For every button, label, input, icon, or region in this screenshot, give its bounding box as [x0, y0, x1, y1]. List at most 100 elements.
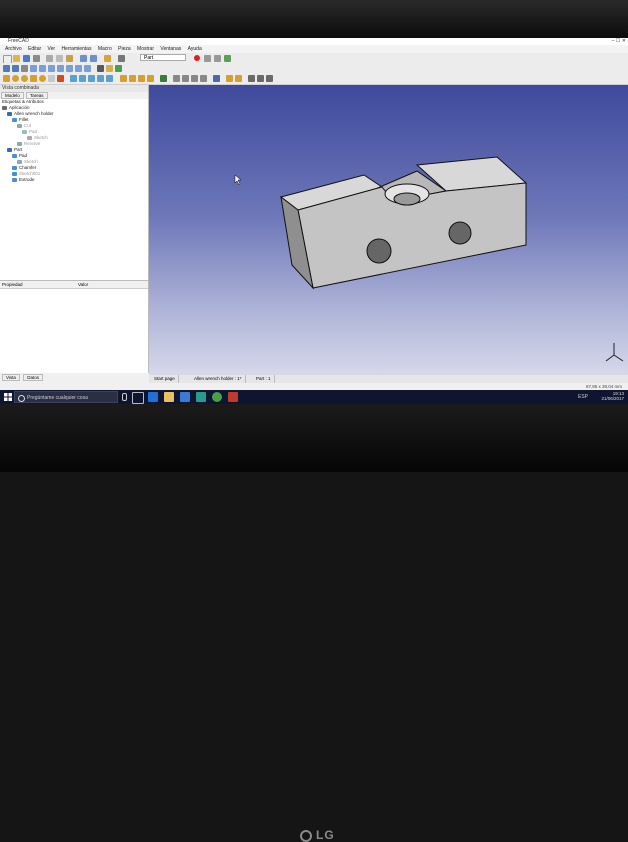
tree-item-label: Pad	[19, 153, 28, 158]
3d-viewport[interactable]	[149, 85, 628, 375]
open-folder-icon[interactable]	[13, 55, 20, 62]
undo-icon[interactable]	[80, 55, 87, 62]
tab-start-page[interactable]: Start page	[151, 375, 179, 383]
refresh-icon[interactable]	[104, 55, 111, 62]
common-icon[interactable]	[147, 75, 154, 82]
draw-style-icon[interactable]	[21, 65, 28, 72]
measure-distance-icon[interactable]	[97, 65, 104, 72]
mirror-icon[interactable]	[88, 75, 95, 82]
paste-icon[interactable]	[66, 55, 73, 62]
front-view-icon[interactable]	[39, 65, 46, 72]
cut-icon[interactable]	[46, 55, 53, 62]
chrome-icon[interactable]	[212, 392, 222, 402]
tab-allen-wrench-holder[interactable]: Allen wrench holder : 1*	[191, 375, 246, 383]
run-macro-icon[interactable]	[224, 55, 231, 62]
file-explorer-icon[interactable]	[164, 392, 174, 402]
record-macro-icon[interactable]	[194, 55, 200, 61]
monitor-brand: LG	[316, 828, 335, 842]
tab-modelo[interactable]: Modelo	[1, 92, 24, 99]
tab-datos[interactable]: Datos	[23, 374, 43, 381]
revolve-icon[interactable]	[79, 75, 86, 82]
stop-macro-icon[interactable]	[204, 55, 211, 62]
copy-icon[interactable]	[56, 55, 63, 62]
system-clock[interactable]: 19:13 21/06/2017	[601, 391, 624, 401]
fit-all-icon[interactable]	[3, 65, 10, 72]
tray-lang[interactable]: ESP	[578, 394, 588, 400]
menu-ayuda[interactable]: Ayuda	[188, 46, 202, 52]
tree-item-icon	[12, 171, 17, 176]
windows-start-icon[interactable]	[4, 393, 12, 401]
edit-macro-icon[interactable]	[214, 55, 221, 62]
app-icon[interactable]	[196, 392, 206, 402]
store-icon[interactable]	[180, 392, 190, 402]
primitives-icon[interactable]	[48, 75, 55, 82]
windows-taskbar: Pregúntame cualquier cosa ESP 19:13 21/0…	[0, 390, 628, 404]
cut-boolean-icon[interactable]	[129, 75, 136, 82]
offset-icon[interactable]	[191, 75, 198, 82]
section-icon[interactable]	[160, 75, 167, 82]
bottom-view-icon[interactable]	[75, 65, 82, 72]
shape-builder-icon[interactable]	[57, 75, 64, 82]
tree-item-icon	[12, 153, 17, 158]
menu-mostrar[interactable]: Mostrar	[137, 46, 154, 52]
workbench-selector[interactable]: Part	[140, 54, 186, 61]
edge-icon[interactable]	[148, 392, 158, 402]
save-icon[interactable]	[23, 55, 30, 62]
microphone-icon[interactable]	[122, 393, 127, 401]
tree-item-label: Aplicación	[9, 105, 30, 110]
right-view-icon[interactable]	[57, 65, 64, 72]
3d-part-model[interactable]	[149, 85, 628, 375]
shape-from-mesh-icon[interactable]	[226, 75, 233, 82]
monitor-bezel-bottom: LG	[0, 404, 628, 842]
tab-part[interactable]: Part : 1	[253, 375, 275, 383]
extrude-icon[interactable]	[70, 75, 77, 82]
whats-this-icon[interactable]	[118, 55, 125, 62]
cube-icon[interactable]	[3, 75, 10, 82]
tree-item-icon	[27, 135, 32, 140]
tab-tareas[interactable]: Tareas	[26, 92, 48, 99]
freecad-taskbar-icon[interactable]	[228, 392, 238, 402]
print-icon[interactable]	[33, 55, 40, 62]
left-view-icon[interactable]	[84, 65, 91, 72]
part-toolbar	[0, 73, 628, 85]
check-geometry-icon[interactable]	[213, 75, 220, 82]
task-view-icon[interactable]	[132, 392, 144, 404]
sphere-icon[interactable]	[21, 75, 28, 82]
fit-selection-icon[interactable]	[12, 65, 19, 72]
create-group-icon[interactable]	[106, 65, 113, 72]
measure-angular-icon[interactable]	[257, 75, 264, 82]
tree-item-icon	[12, 165, 17, 170]
isometric-view-icon[interactable]	[30, 65, 37, 72]
menu-archivo[interactable]: Archivo	[5, 46, 22, 52]
sweep-icon[interactable]	[182, 75, 189, 82]
tree-item-icon	[12, 177, 17, 182]
menu-editar[interactable]: Editar	[28, 46, 41, 52]
tab-vista[interactable]: Vista	[2, 374, 20, 381]
refine-shape-icon[interactable]	[235, 75, 242, 82]
create-part-icon[interactable]	[115, 65, 122, 72]
tree-item[interactable]: Extrude	[0, 177, 148, 183]
redo-icon[interactable]	[90, 55, 97, 62]
measure-linear-icon[interactable]	[248, 75, 255, 82]
menu-ventanas[interactable]: Ventanas	[160, 46, 181, 52]
top-view-icon[interactable]	[48, 65, 55, 72]
fuse-icon[interactable]	[138, 75, 145, 82]
loft-icon[interactable]	[173, 75, 180, 82]
cylinder-icon[interactable]	[12, 75, 19, 82]
value-column: Valor	[78, 282, 89, 287]
chamfer-icon[interactable]	[106, 75, 113, 82]
menu-pieza[interactable]: Pieza	[118, 46, 131, 52]
torus-icon[interactable]	[39, 75, 46, 82]
rear-view-icon[interactable]	[66, 65, 73, 72]
menu-macro[interactable]: Macro	[98, 46, 112, 52]
thickness-icon[interactable]	[200, 75, 207, 82]
tree-item-label: Pad	[29, 129, 38, 134]
taskbar-search-box[interactable]: Pregúntame cualquier cosa	[14, 391, 118, 403]
window-controls[interactable]: – ☐ ✕	[612, 38, 626, 45]
menu-herramientas[interactable]: Herramientas	[61, 46, 91, 52]
boolean-icon[interactable]	[120, 75, 127, 82]
cone-icon[interactable]	[30, 75, 37, 82]
menu-ver[interactable]: Ver	[48, 46, 56, 52]
measure-clear-icon[interactable]	[266, 75, 273, 82]
fillet-icon[interactable]	[97, 75, 104, 82]
